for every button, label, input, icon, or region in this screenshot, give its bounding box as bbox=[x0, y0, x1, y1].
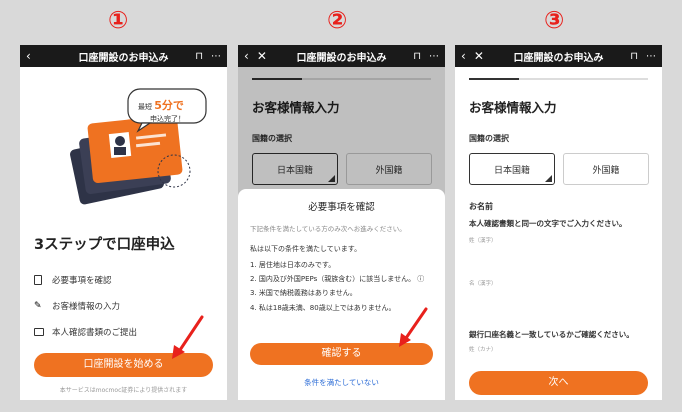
pencil-icon: ✎ bbox=[34, 301, 42, 311]
list-item: 3. 米国で納税義務はありません。 bbox=[250, 289, 357, 298]
close-icon[interactable]: ✕ bbox=[474, 49, 484, 63]
name-section-label: お名前 bbox=[469, 202, 493, 211]
condition-list: 1. 居住地は日本のみです。 2. 国内及び外国PEPs（親族含む）に該当しませ… bbox=[250, 260, 433, 313]
page-heading: お客様情報入力 bbox=[469, 100, 557, 115]
nav-bar: ‹ ✕ 口座開設のお申込み ⊓ ⋯ bbox=[455, 45, 662, 67]
confirm-modal: 必要事項を確認 下記条件を満たしている方のみ次へお進みください。 私は以下の条件… bbox=[238, 189, 445, 400]
id-card-icon bbox=[34, 328, 44, 336]
progress-bar bbox=[469, 78, 648, 80]
phone-screen-3: ‹ ✕ 口座開設のお申込み ⊓ ⋯ お客様情報入力 国籍の選択 日本国籍 外国籍… bbox=[455, 45, 662, 400]
list-item: 1. 居住地は日本のみです。 bbox=[250, 261, 336, 270]
conditions-lead: 私は以下の条件を満たしています。 bbox=[250, 245, 362, 254]
back-icon[interactable]: ‹ bbox=[461, 49, 466, 63]
headset-icon[interactable]: ⊓ bbox=[630, 51, 638, 62]
back-icon[interactable]: ‹ bbox=[244, 49, 249, 63]
document-icon bbox=[34, 275, 42, 285]
bank-note: 銀行口座名義と一致しているかご確認ください。 bbox=[469, 330, 634, 339]
pointer-arrow-icon bbox=[172, 315, 204, 359]
bubble-text: 最短 5分で 申込完了！ bbox=[138, 99, 185, 123]
step-number-2: ② bbox=[327, 6, 348, 34]
list-item: 本人確認書類のご提出 bbox=[34, 319, 137, 345]
close-icon[interactable]: ✕ bbox=[257, 49, 267, 63]
step-number-1: ① bbox=[108, 6, 129, 34]
list-item: 必要事項を確認 bbox=[34, 267, 137, 293]
list-item: ✎ お客様情報の入力 bbox=[34, 301, 121, 312]
mei-kanji-field[interactable]: 名（漢字） bbox=[469, 279, 649, 287]
more-icon[interactable]: ⋯ bbox=[646, 51, 656, 62]
phone-screen-2: ‹ ✕ 口座開設のお申込み ⊓ ⋯ お客様情報入力 国籍の選択 日本国籍 外国籍… bbox=[238, 45, 445, 400]
more-icon[interactable]: ⋯ bbox=[429, 51, 439, 62]
decline-link[interactable]: 条件を満たしていない bbox=[238, 377, 445, 388]
modal-title: 必要事項を確認 bbox=[308, 202, 375, 213]
nationality-label: 国籍の選択 bbox=[469, 134, 509, 143]
list-item: 2. 国内及び外国PEPs（親族含む）に該当しません。 ⓘ bbox=[250, 275, 425, 284]
nav-bar: ‹ 口座開設のお申込み ⊓ ⋯ bbox=[20, 45, 227, 67]
nationality-foreign-button[interactable]: 外国籍 bbox=[563, 153, 649, 185]
nationality-japan-button[interactable]: 日本国籍 bbox=[469, 153, 555, 185]
name-note: 本人確認書類と同一の文字でご入力ください。 bbox=[469, 219, 627, 228]
modal-intro: 下記条件を満たしている方のみ次へお進みください。 bbox=[250, 225, 406, 233]
step-number-3: ③ bbox=[544, 6, 565, 34]
footer-note: 本サービスはmocmoc証券により提供されます bbox=[59, 387, 188, 394]
headset-icon[interactable]: ⊓ bbox=[413, 51, 421, 62]
sei-kanji-field[interactable]: 姓（漢字） bbox=[469, 236, 649, 244]
back-icon[interactable]: ‹ bbox=[26, 49, 31, 63]
headline: 3ステップで口座申込 bbox=[34, 237, 175, 253]
pointer-arrow-icon bbox=[399, 307, 428, 347]
step-list: 必要事項を確認 ✎ お客様情報の入力 本人確認書類のご提出 bbox=[34, 267, 137, 345]
phone-screen-1: ‹ 口座開設のお申込み ⊓ ⋯ 最短 5分で 申込完了！ 3ステップで口座申込 … bbox=[20, 45, 227, 400]
nav-bar: ‹ ✕ 口座開設のお申込み ⊓ ⋯ bbox=[238, 45, 445, 67]
headset-icon[interactable]: ⊓ bbox=[195, 51, 203, 62]
next-button[interactable]: 次へ bbox=[469, 371, 648, 395]
sei-kana-field[interactable]: 姓（カナ） bbox=[469, 345, 649, 353]
more-icon[interactable]: ⋯ bbox=[211, 51, 221, 62]
